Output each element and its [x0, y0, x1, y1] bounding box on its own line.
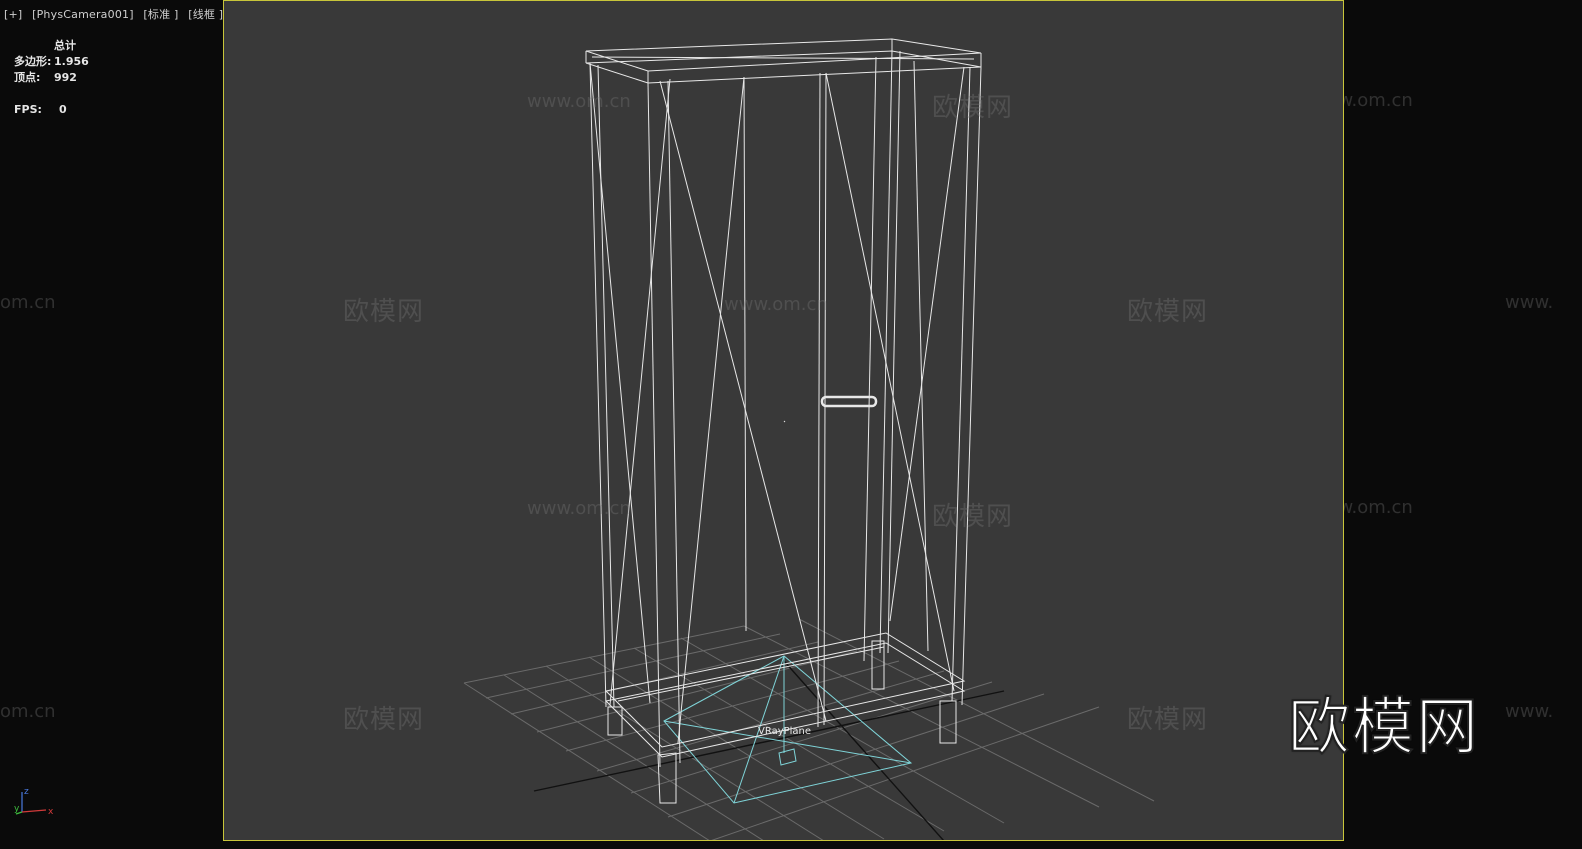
vray-plane-label: VRayPlane — [758, 726, 811, 737]
polys-label: 多边形: — [14, 55, 52, 68]
watermark-cn: 欧模网 — [224, 496, 227, 533]
viewport-label-bar: [+] [PhysCamera001] [标准 ] [线框 ] — [4, 6, 229, 22]
watermark-cn: 欧模网 — [932, 93, 1014, 123]
watermark-url: om.cn — [0, 292, 56, 313]
watermark-url: www.om.cn — [527, 498, 631, 519]
watermark-url: www.om.cn — [724, 294, 828, 315]
watermark-cn: 欧模网 — [1127, 297, 1209, 327]
watermark-cn: 欧模网 — [1127, 705, 1209, 735]
watermark-cn: 欧模网 — [224, 87, 227, 124]
watermark-url: om.cn — [0, 701, 56, 722]
viewport-shading-label[interactable]: [标准 ] — [143, 8, 178, 21]
watermark-url: www. — [1505, 701, 1554, 722]
watermark-cn: 欧模网 — [343, 297, 425, 327]
fps-value: 0 — [59, 103, 67, 116]
watermark-url: www. — [1505, 292, 1554, 313]
watermark-cn: 欧模网 — [932, 502, 1014, 532]
axis-gizmo: z x y — [14, 787, 54, 817]
axis-x-label: x — [48, 807, 54, 817]
verts-value: 992 — [54, 71, 77, 84]
viewport-display-label[interactable]: [线框 ] — [188, 8, 223, 21]
fps-label: FPS: — [14, 103, 42, 116]
axis-y-label: y — [14, 804, 20, 814]
watermark-url: www.om.cn — [527, 91, 631, 112]
viewport-camera-label[interactable]: [PhysCamera001] — [32, 8, 134, 21]
watermark-cn: 欧模网 — [343, 705, 425, 735]
camera-viewport[interactable]: VRayPlane 欧模网 www.om.cn 欧模网 欧模网 www.om.c… — [223, 0, 1344, 841]
brand-logo: 欧模网 — [1287, 689, 1481, 764]
viewport-menu-plus[interactable]: [+] — [4, 8, 22, 21]
stats-header: 总计 — [54, 39, 76, 52]
verts-label: 顶点: — [14, 71, 41, 84]
polys-value: 1.956 — [54, 55, 89, 68]
axis-z-label: z — [24, 787, 29, 797]
statistics-overlay: 总计 多边形: 1.956 顶点: 992 FPS: 0 — [14, 38, 89, 118]
